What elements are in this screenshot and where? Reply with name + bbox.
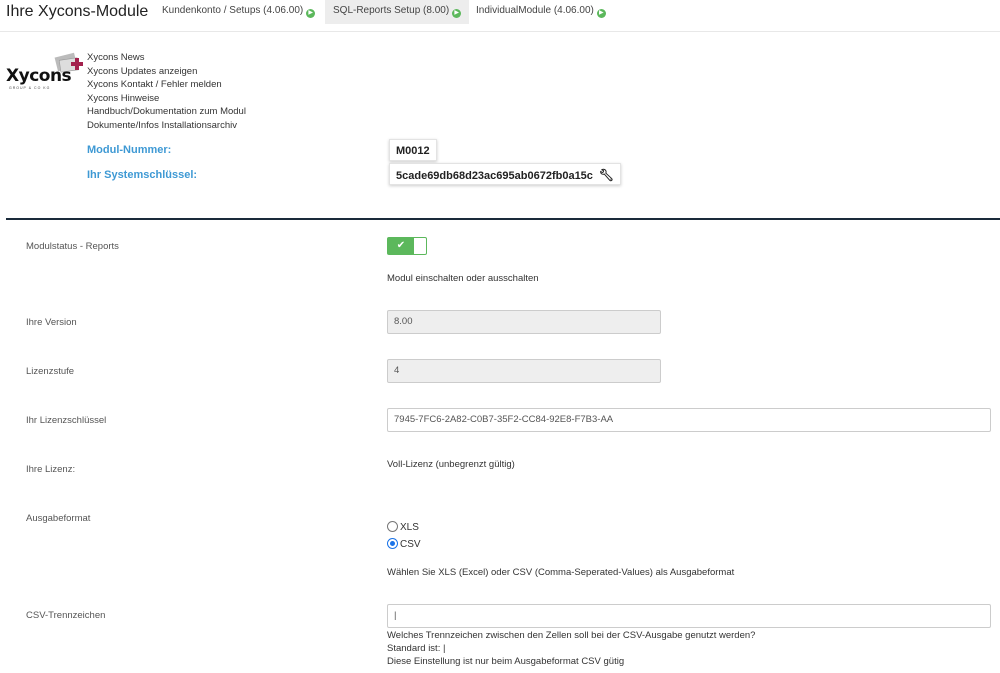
link-hinweise[interactable]: Xycons Hinweise (87, 92, 246, 106)
xycons-links: Xycons News Xycons Updates anzeigen Xyco… (87, 51, 246, 133)
tab-label: IndividualModule (4.06.00) (476, 5, 594, 16)
radio-option-xls[interactable]: XLS (387, 521, 419, 533)
csv-separator-field[interactable]: | (387, 604, 991, 628)
license-level-label: Lizenzstufe (26, 366, 75, 377)
link-handbuch[interactable]: Handbuch/Dokumentation zum Modul (87, 105, 246, 119)
radio-button[interactable] (387, 538, 398, 549)
module-number-label: Modul-Nummer: (87, 144, 172, 156)
radio-label: CSV (400, 539, 421, 550)
wrench-icon[interactable]: 🔧︎ (599, 168, 614, 182)
license-level-field[interactable]: 4 (387, 359, 661, 383)
module-status-toggle[interactable]: ✔ (387, 237, 427, 255)
radio-option-csv[interactable]: CSV (387, 538, 421, 550)
tab-label: Kundenkonto / Setups (4.06.00) (162, 5, 304, 16)
module-number-value: M0012 (389, 139, 437, 161)
license-value: Voll-Lizenz (unbegrenzt gültig) (387, 459, 515, 470)
link-news[interactable]: Xycons News (87, 51, 246, 65)
system-key-value: 5cade69db68d23ac695ab0672fb0a15c (396, 170, 593, 182)
license-key-label: Ihr Lizenzschlüssel (26, 415, 107, 426)
tab-kundenkonto[interactable]: Kundenkonto / Setups (4.06.00) ▶ (154, 0, 323, 24)
check-icon: ✔ (388, 238, 414, 254)
csv-separator-label: CSV-Trennzeichen (26, 610, 106, 621)
csv-separator-hint: Welches Trennzeichen zwischen den Zellen… (387, 630, 756, 641)
logo-subtext: GROUP & CO KG (9, 86, 51, 90)
top-bar: Ihre Xycons-Module Kundenkonto / Setups … (0, 0, 1000, 32)
license-key-field[interactable]: 7945-7FC6-2A82-C0B7-35F2-CC84-92E8-F7B3-… (387, 408, 991, 432)
link-kontakt[interactable]: Xycons Kontakt / Fehler melden (87, 78, 246, 92)
section-divider (6, 218, 1000, 220)
link-dokumente[interactable]: Dokumente/Infos Installationsarchiv (87, 119, 246, 133)
tab-individualmodule[interactable]: IndividualModule (4.06.00) ▶ (468, 0, 614, 24)
arrow-circle-icon: ▶ (306, 9, 316, 18)
radio-label: XLS (400, 522, 419, 533)
tab-label: SQL-Reports Setup (8.00) (333, 5, 450, 16)
csv-separator-note: Diese Einstellung ist nur beim Ausgabefo… (387, 656, 625, 667)
system-key-label: Ihr Systemschlüssel: (87, 169, 198, 181)
status-label: Modulstatus - Reports (26, 241, 119, 252)
page-title: Ihre Xycons-Module (6, 3, 149, 20)
system-key-box: 5cade69db68d23ac695ab0672fb0a15c 🔧︎ (389, 163, 622, 185)
csv-separator-default: Standard ist: | (387, 643, 446, 654)
logo-text: Xycons (6, 66, 72, 86)
link-updates[interactable]: Xycons Updates anzeigen (87, 65, 246, 79)
version-field[interactable]: 8.00 (387, 310, 661, 334)
tab-sql-reports[interactable]: SQL-Reports Setup (8.00) ▶ (325, 0, 470, 24)
arrow-circle-icon: ▶ (596, 9, 606, 18)
version-label: Ihre Version (26, 317, 77, 328)
output-format-hint: Wählen Sie XLS (Excel) oder CSV (Comma-S… (387, 567, 735, 578)
output-format-label: Ausgabeformat (26, 513, 91, 524)
radio-button[interactable] (387, 521, 398, 532)
arrow-circle-icon: ▶ (452, 9, 462, 18)
license-label: Ihre Lizenz: (26, 464, 76, 475)
xycons-logo: Xycons GROUP & CO KG (6, 52, 86, 92)
status-hint: Modul einschalten oder ausschalten (387, 273, 539, 284)
